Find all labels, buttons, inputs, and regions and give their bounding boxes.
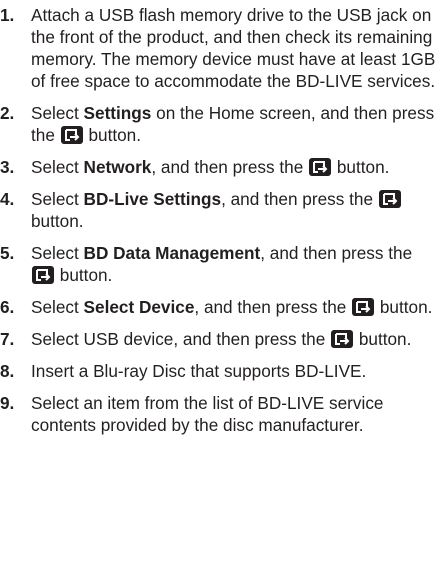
step-9: 9. Select an item from the list of BD-LI… [0, 392, 441, 436]
enter-button-icon [352, 298, 375, 316]
step-number: 5. [0, 243, 15, 263]
step-number: 2. [0, 103, 15, 123]
step-8: 8. Insert a Blu-ray Disc that supports B… [0, 360, 441, 382]
enter-button-icon [60, 126, 83, 144]
enter-button-icon [378, 190, 401, 208]
step-number: 4. [0, 189, 15, 209]
menu-item-select-device: Select Device [83, 297, 195, 317]
step-2: 2. Select Settings on the Home screen, a… [0, 102, 441, 146]
step-text: Select Network, and then press the butto… [31, 157, 389, 177]
step-text-tail: button. [55, 265, 113, 285]
step-number: 7. [0, 329, 15, 349]
enter-button-icon [32, 266, 54, 284]
step-number: 3. [0, 157, 15, 177]
step-text-tail: button. [354, 329, 412, 349]
enter-button-icon [309, 158, 332, 176]
step-3: 3. Select Network, and then press the bu… [0, 156, 441, 178]
step-6: 6. Select Select Device, and then press … [0, 296, 441, 318]
step-number: 6. [0, 297, 15, 317]
step-text-pre: Select [31, 297, 84, 317]
step-text: Select BD-Live Settings, and then press … [31, 189, 402, 231]
step-text: Select Select Device, and then press the… [31, 297, 432, 317]
step-1: 1. Attach a USB flash memory drive to th… [0, 4, 441, 92]
menu-item-bd-data-management: BD Data Management [83, 243, 261, 263]
step-text: Select USB device, and then press the bu… [31, 329, 411, 349]
step-text: Select Settings on the Home screen, and … [31, 103, 434, 145]
step-text-post: , and then press the [194, 297, 352, 317]
step-text-post: , and then press the [221, 189, 378, 209]
step-text-tail: button. [83, 125, 142, 145]
step-number: 1. [0, 5, 15, 25]
menu-item-settings: Settings [83, 103, 152, 123]
menu-item-network: Network [83, 157, 152, 177]
step-text-tail: button. [332, 157, 390, 177]
step-text-pre: Select USB device, and then press the [31, 329, 331, 349]
step-text-pre: Select [31, 243, 84, 263]
step-4: 4. Select BD-Live Settings, and then pre… [0, 188, 441, 232]
instruction-steps: 1. Attach a USB flash memory drive to th… [0, 4, 441, 446]
step-text-tail: button. [375, 297, 433, 317]
step-text: Attach a USB flash memory drive to the U… [31, 5, 436, 91]
step-text-pre: Select [31, 189, 84, 209]
step-text-pre: Select [31, 103, 84, 123]
step-number: 9. [0, 393, 15, 413]
step-text: Select BD Data Management, and then pres… [31, 243, 412, 285]
menu-item-bd-live-settings: BD-Live Settings [83, 189, 222, 209]
step-text-tail: button. [31, 211, 84, 231]
step-text-pre: Select [31, 157, 84, 177]
enter-button-icon [331, 330, 354, 348]
step-5: 5. Select BD Data Management, and then p… [0, 242, 441, 286]
step-text-post: , and then press the [260, 243, 413, 263]
step-text-post: , and then press the [151, 157, 309, 177]
step-7: 7. Select USB device, and then press the… [0, 328, 441, 350]
step-text: Insert a Blu-ray Disc that supports BD-L… [31, 361, 367, 381]
step-number: 8. [0, 361, 15, 381]
step-text: Select an item from the list of BD-LIVE … [31, 393, 384, 435]
